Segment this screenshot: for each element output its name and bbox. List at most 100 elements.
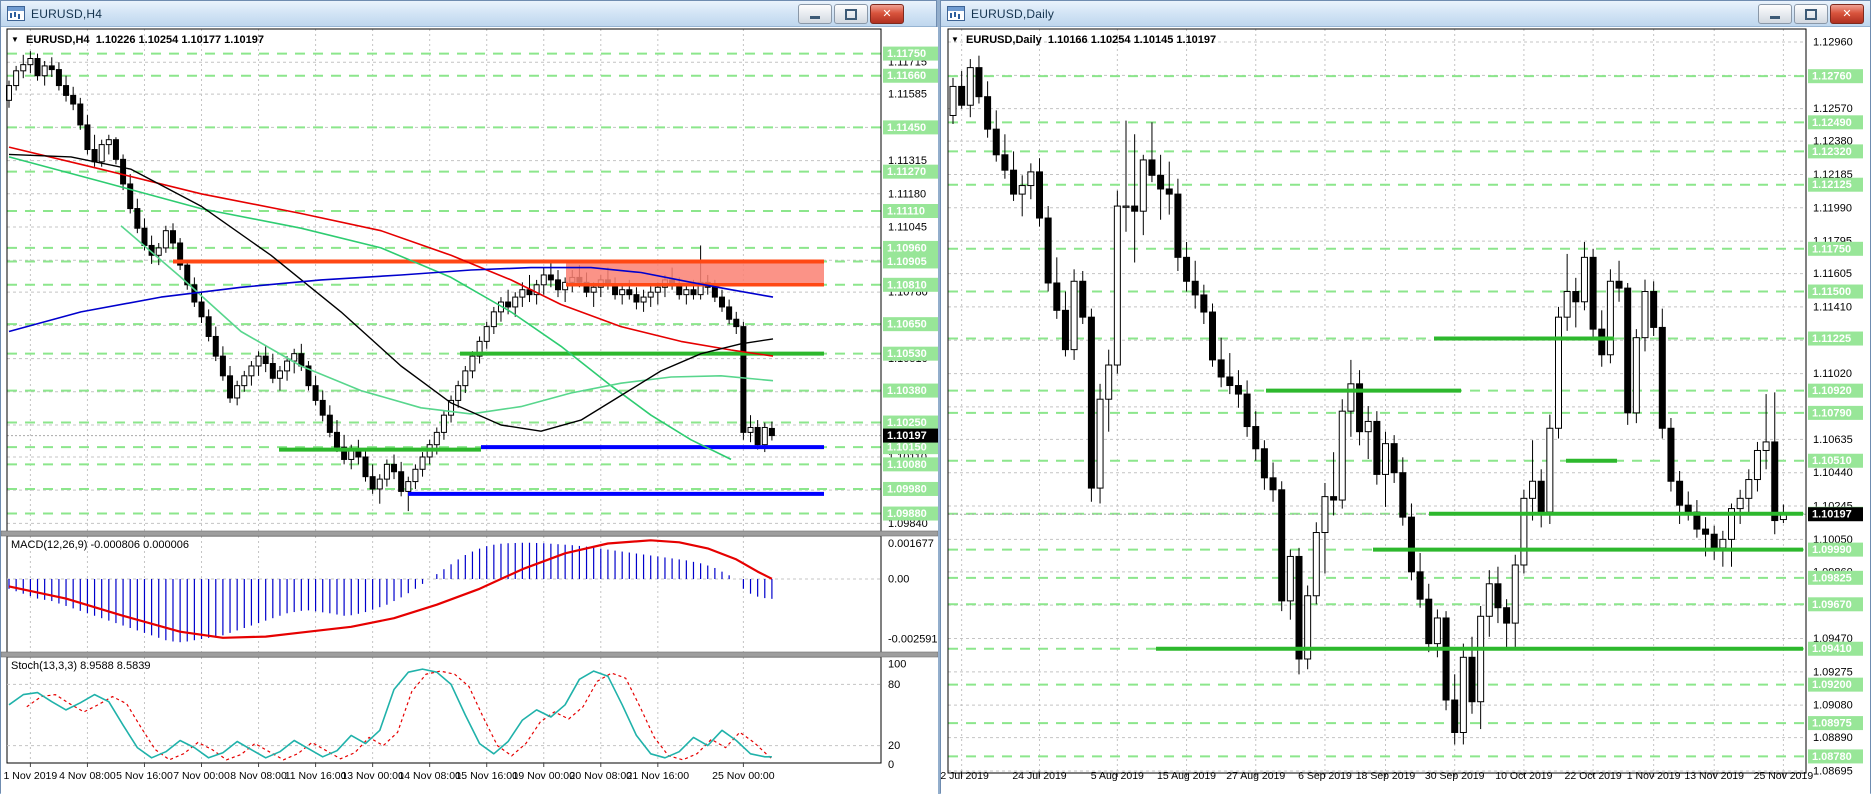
svg-text:1.10530: 1.10530: [887, 348, 927, 360]
svg-text:1.11450: 1.11450: [887, 122, 926, 134]
svg-text:1.11110: 1.11110: [887, 206, 925, 218]
svg-text:8 Nov 08:00: 8 Nov 08:00: [230, 770, 287, 782]
macd-label: MACD(12,26,9) -0.000806 0.000006: [11, 539, 189, 551]
svg-text:1.11180: 1.11180: [888, 188, 926, 200]
svg-text:1.10960: 1.10960: [887, 242, 927, 254]
svg-text:1.11605: 1.11605: [1813, 268, 1852, 280]
chevron-down-icon[interactable]: ▼: [11, 35, 19, 44]
svg-text:1.10380: 1.10380: [887, 385, 927, 397]
svg-text:1.08695: 1.08695: [1813, 765, 1853, 777]
window-title: EURUSD,Daily: [971, 6, 1055, 21]
svg-text:1 Nov 2019: 1 Nov 2019: [1627, 770, 1681, 782]
svg-text:1.08975: 1.08975: [1812, 718, 1852, 730]
panel-border: [6, 535, 882, 654]
svg-text:4 Nov 08:00: 4 Nov 08:00: [59, 770, 116, 782]
minimize-button[interactable]: [798, 4, 832, 24]
svg-text:1.08890: 1.08890: [1813, 732, 1853, 744]
low-value: 1.10177: [181, 34, 222, 46]
svg-text:1.10650: 1.10650: [887, 319, 927, 331]
svg-text:1.12960: 1.12960: [1813, 36, 1853, 48]
stoch-label: Stoch(13,3,3) 8.9588 8.5839: [11, 660, 151, 672]
macd-axis-min: -0.002591: [888, 633, 938, 645]
svg-text:1.11660: 1.11660: [887, 70, 926, 82]
high-value: 1.10254: [1090, 34, 1131, 46]
open-value: 1.10226: [95, 34, 136, 46]
svg-text:1.08780: 1.08780: [1812, 751, 1852, 763]
svg-text:1.09880: 1.09880: [887, 508, 927, 520]
time-axis[interactable]: 12 Jul 2019 24 Jul 2019 5 Aug 2019 15 Aug 2…: [941, 770, 1813, 782]
svg-text:13 Nov 2019: 13 Nov 2019: [1684, 770, 1744, 782]
chart-window-eurusd-daily[interactable]: EURUSD,Daily ✕ 1.12960 1.12570 1.12380 1.12…: [940, 0, 1871, 794]
svg-text:1.10080: 1.10080: [887, 459, 927, 471]
daily-chart-canvas[interactable]: 1.129601.125701.123801.121851.119901.117…: [941, 27, 1870, 794]
svg-text:1.12490: 1.12490: [1812, 117, 1852, 129]
svg-text:15 Nov 16:00: 15 Nov 16:00: [455, 770, 518, 782]
titlebar[interactable]: EURUSD,Daily ✕: [941, 1, 1870, 27]
time-axis[interactable]: 1 Nov 2019 4 Nov 08:00 5 Nov 16:00 7 Nov 00…: [4, 763, 775, 782]
minimize-button[interactable]: [1758, 4, 1792, 24]
svg-text:1.09200: 1.09200: [1812, 679, 1852, 691]
svg-text:5 Aug 2019: 5 Aug 2019: [1091, 770, 1144, 782]
chart-info-line[interactable]: ▼ EURUSD,Daily 1.10166 1.10254 1.10145 1…: [951, 34, 1216, 46]
macd-axis-zero: 0.00: [888, 574, 909, 586]
close-button[interactable]: ✕: [870, 4, 904, 24]
stoch-axis-20: 20: [888, 740, 900, 752]
h4-chart-canvas[interactable]: 1.117151.115851.113151.111801.110451.107…: [1, 27, 938, 794]
svg-text:1.11270: 1.11270: [887, 166, 926, 178]
chevron-down-icon[interactable]: ▼: [951, 35, 959, 44]
svg-text:24 Jul 2019: 24 Jul 2019: [1012, 770, 1066, 782]
svg-text:20 Nov 08:00: 20 Nov 08:00: [570, 770, 633, 782]
svg-text:12 Jul 2019: 12 Jul 2019: [941, 770, 989, 782]
restore-icon: [1805, 8, 1817, 20]
symbol-label: EURUSD,Daily: [965, 34, 1042, 46]
chart-window-icon: [7, 6, 25, 21]
svg-text:1.09980: 1.09980: [887, 483, 927, 495]
svg-text:1.11990: 1.11990: [1813, 202, 1852, 214]
ma-green-slow: [8, 156, 732, 461]
svg-text:1.10150: 1.10150: [887, 442, 927, 454]
chart-area[interactable]: 1.12960 1.12570 1.12380 1.12185 1.11990 1.117…: [941, 27, 1870, 794]
svg-text:1.09275: 1.09275: [1813, 666, 1853, 678]
svg-text:18 Sep 2019: 18 Sep 2019: [1356, 770, 1416, 782]
svg-text:1.10905: 1.10905: [887, 256, 927, 268]
restore-button[interactable]: [1794, 4, 1828, 24]
svg-text:1.10920: 1.10920: [1812, 385, 1852, 397]
close-button[interactable]: ✕: [1830, 4, 1864, 24]
price-axis: 1.117151.115851.113151.111801.110451.107…: [883, 46, 938, 530]
minimize-icon: [1770, 16, 1780, 19]
chart-window-icon: [947, 6, 965, 21]
svg-text:10 Oct 2019: 10 Oct 2019: [1495, 770, 1552, 782]
svg-text:22 Oct 2019: 22 Oct 2019: [1564, 770, 1621, 782]
svg-text:1.10635: 1.10635: [1813, 434, 1853, 446]
panel-border: [947, 28, 1807, 774]
svg-text:1.11020: 1.11020: [1813, 368, 1852, 380]
svg-text:27 Aug 2019: 27 Aug 2019: [1226, 770, 1285, 782]
svg-text:1.10510: 1.10510: [1812, 455, 1852, 467]
svg-text:1.12570: 1.12570: [1813, 103, 1853, 115]
restore-icon: [845, 8, 857, 20]
svg-text:1.12320: 1.12320: [1812, 146, 1852, 158]
supply-zone: [566, 261, 824, 285]
high-value: 1.10254: [138, 34, 179, 46]
svg-text:6 Sep 2019: 6 Sep 2019: [1298, 770, 1352, 782]
svg-text:1.09410: 1.09410: [1812, 643, 1852, 655]
svg-text:1.09825: 1.09825: [1812, 572, 1852, 584]
close-value: 1.10197: [224, 34, 264, 46]
svg-text:1.12760: 1.12760: [1812, 71, 1852, 83]
svg-text:1.09670: 1.09670: [1812, 599, 1852, 611]
titlebar[interactable]: EURUSD,H4 ✕: [1, 1, 936, 27]
svg-text:15 Aug 2019: 15 Aug 2019: [1157, 770, 1216, 782]
restore-button[interactable]: [834, 4, 868, 24]
macd-axis-max: 0.001677: [888, 538, 934, 550]
chart-info-line[interactable]: ▼ EURUSD,H4 1.10226 1.10254 1.10177 1.10…: [11, 34, 264, 46]
chart-window-eurusd-h4[interactable]: EURUSD,H4 ✕ 1.11715 1.11585 1.11315 1.11180…: [0, 0, 938, 794]
chart-area[interactable]: 1.11715 1.11585 1.11315 1.11180 1.11045 1.107…: [1, 27, 938, 794]
svg-text:1.11225: 1.11225: [1812, 333, 1851, 345]
svg-text:5 Nov 16:00: 5 Nov 16:00: [116, 770, 173, 782]
stoch-axis-0: 0: [888, 759, 894, 771]
panel-border: [6, 656, 882, 764]
candlesticks[interactable]: [949, 55, 1787, 745]
minimize-icon: [810, 16, 820, 19]
svg-text:1.09990: 1.09990: [1812, 544, 1852, 556]
svg-text:1.10810: 1.10810: [887, 279, 927, 291]
